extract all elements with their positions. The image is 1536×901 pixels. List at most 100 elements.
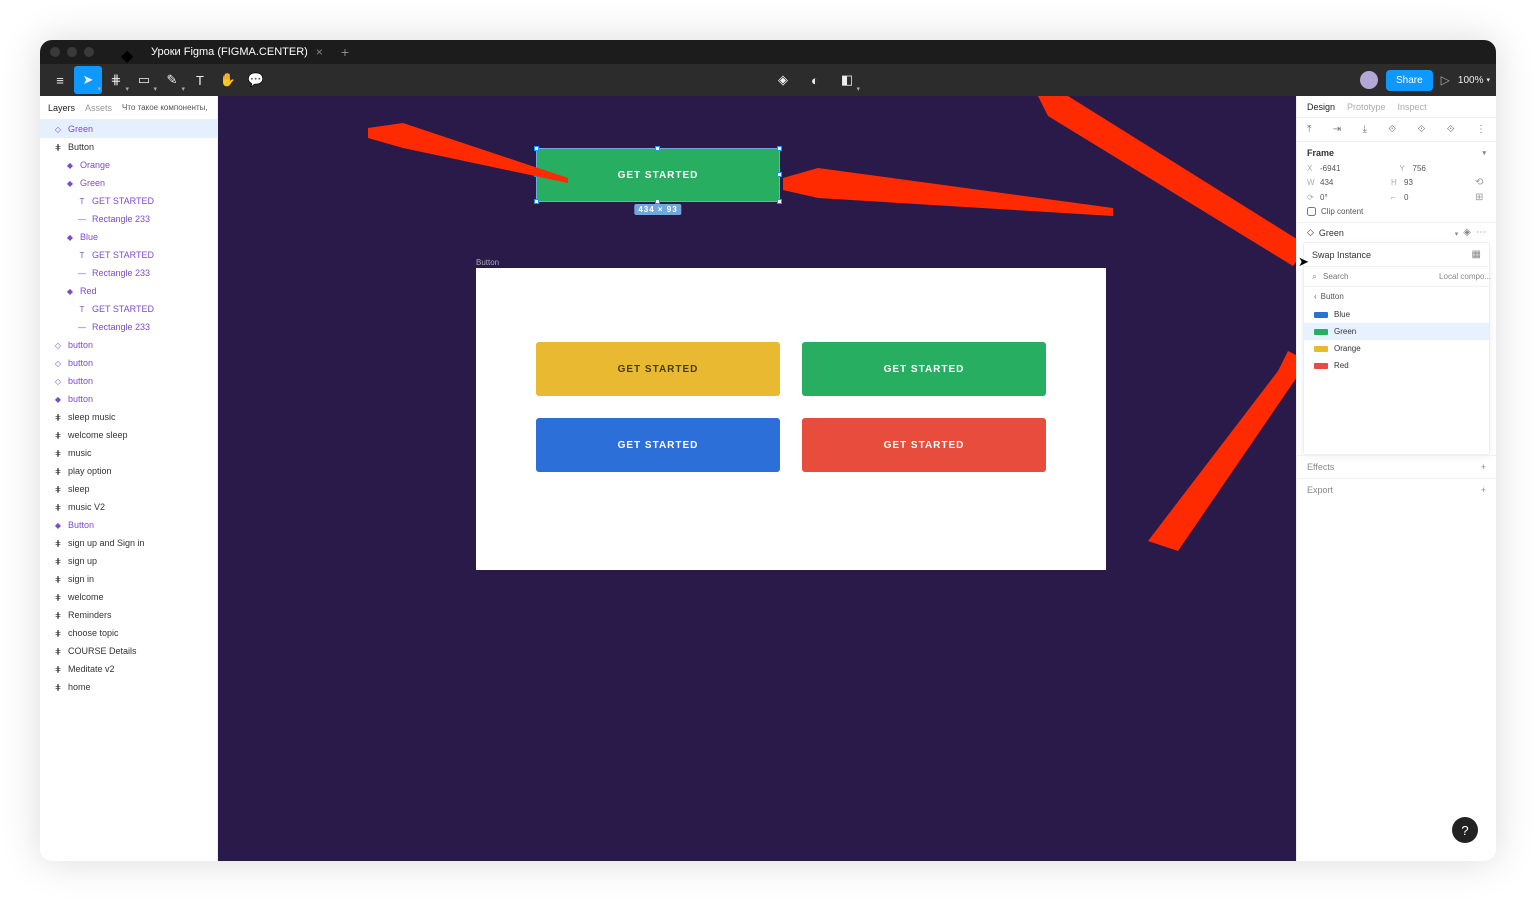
window-tab[interactable]: Уроки Figma (FIGMA.CENTER) ×	[143, 41, 331, 63]
share-button[interactable]: Share	[1386, 70, 1433, 91]
radius-detail-icon[interactable]: ⊞	[1475, 192, 1486, 203]
instance-row[interactable]: ◇ Green ◈ ⋯	[1297, 222, 1496, 242]
x-field[interactable]: -6941	[1320, 164, 1340, 173]
align-right-icon[interactable]: ⤓	[1363, 124, 1367, 135]
layer-item[interactable]: ◇button	[40, 354, 217, 372]
radius-field[interactable]: 0	[1404, 193, 1408, 202]
tab-inspect[interactable]: Inspect	[1398, 102, 1427, 112]
layer-item[interactable]: —Rectangle 233	[40, 318, 217, 336]
selected-instance[interactable]: GET STARTED 434 × 93	[536, 148, 780, 202]
add-icon[interactable]: +	[1481, 462, 1486, 472]
export-section[interactable]: Export+	[1297, 478, 1496, 501]
mask-icon[interactable]: ◐	[801, 66, 829, 94]
layer-item[interactable]: TGET STARTED	[40, 192, 217, 210]
zoom-level[interactable]: 100%	[1458, 75, 1490, 86]
align-top-icon[interactable]: ⟐	[1388, 124, 1396, 135]
button-frame[interactable]: GET STARTED GET STARTED GET STARTED GET STA…	[476, 268, 1106, 570]
resize-handle[interactable]	[534, 146, 539, 151]
clip-checkbox[interactable]	[1307, 207, 1316, 216]
tab-prototype[interactable]: Prototype	[1347, 102, 1386, 112]
canvas-button[interactable]: GET STARTED	[802, 418, 1046, 472]
layer-item[interactable]: ◆button	[40, 390, 217, 408]
swap-variant-item[interactable]: Blue	[1304, 306, 1489, 323]
layer-item[interactable]: ⋕COURSE Details	[40, 642, 217, 660]
more-icon[interactable]: ⋯	[1476, 227, 1486, 238]
canvas-button[interactable]: GET STARTED	[536, 342, 780, 396]
rect-tool[interactable]: ▭	[130, 66, 158, 94]
go-to-main-icon[interactable]: ◈	[1463, 227, 1471, 238]
frame-label[interactable]: Button	[476, 258, 499, 267]
layer-item[interactable]: ⋕home	[40, 678, 217, 696]
layer-list[interactable]: ◇Green⋕Button◆Orange◆GreenTGET STARTED—R…	[40, 120, 217, 861]
layer-item[interactable]: ⋕Button	[40, 138, 217, 156]
layer-item[interactable]: ⋕choose topic	[40, 624, 217, 642]
layer-item[interactable]: ⋕sign in	[40, 570, 217, 588]
hand-tool[interactable]: ✋	[214, 66, 242, 94]
tab-layers[interactable]: Layers	[48, 103, 75, 113]
pen-tool[interactable]: ✎	[158, 66, 186, 94]
resize-handle[interactable]	[655, 146, 660, 151]
layer-item[interactable]: —Rectangle 233	[40, 210, 217, 228]
h-field[interactable]: 93	[1404, 178, 1413, 187]
layer-item[interactable]: —Rectangle 233	[40, 264, 217, 282]
align-bottom-icon[interactable]: ⟐	[1447, 124, 1455, 135]
link-icon[interactable]: ⟲	[1475, 177, 1486, 188]
avatar[interactable]	[1360, 71, 1378, 89]
layer-item[interactable]: ⋕Meditate v2	[40, 660, 217, 678]
grid-view-icon[interactable]: ▦	[1472, 249, 1481, 260]
swap-variant-item[interactable]: Green	[1304, 323, 1489, 340]
help-button[interactable]: ?	[1452, 817, 1478, 843]
present-icon[interactable]: ▷	[1441, 73, 1450, 87]
resize-handle[interactable]	[777, 146, 782, 151]
layer-item[interactable]: ◆Blue	[40, 228, 217, 246]
swap-variant-item[interactable]: Orange	[1304, 340, 1489, 357]
layer-item[interactable]: ◇button	[40, 372, 217, 390]
layer-item[interactable]: ⋕sign up	[40, 552, 217, 570]
layer-item[interactable]: ⋕Reminders	[40, 606, 217, 624]
canvas-button[interactable]: GET STARTED	[536, 418, 780, 472]
layer-item[interactable]: ◆Green	[40, 174, 217, 192]
comment-tool[interactable]: 💬	[242, 66, 270, 94]
menu-icon[interactable]: ≡	[46, 66, 74, 94]
layer-item[interactable]: ⋕music V2	[40, 498, 217, 516]
layer-item[interactable]: ⋕sleep music	[40, 408, 217, 426]
canvas-button[interactable]: GET STARTED	[802, 342, 1046, 396]
swap-variant-item[interactable]: Red	[1304, 357, 1489, 374]
tab-assets[interactable]: Assets	[85, 103, 112, 113]
layer-item[interactable]: ⋕welcome	[40, 588, 217, 606]
add-icon[interactable]: +	[1481, 485, 1486, 495]
swap-breadcrumb[interactable]: ‹ Button	[1304, 287, 1489, 306]
chevron-down-icon[interactable]	[1455, 228, 1459, 238]
traffic-close[interactable]	[50, 47, 60, 57]
layer-item[interactable]: ◆Button	[40, 516, 217, 534]
layer-item[interactable]: ◆Orange	[40, 156, 217, 174]
add-tab-icon[interactable]: +	[341, 44, 349, 60]
effects-section[interactable]: Effects+	[1297, 455, 1496, 478]
layer-item[interactable]: ◆Red	[40, 282, 217, 300]
layer-item[interactable]: ⋕sleep	[40, 480, 217, 498]
layer-item[interactable]: ⋕welcome sleep	[40, 426, 217, 444]
move-tool[interactable]: ➤	[74, 66, 102, 94]
align-vcenter-icon[interactable]: ⟐	[1418, 124, 1426, 135]
traffic-min[interactable]	[67, 47, 77, 57]
traffic-max[interactable]	[84, 47, 94, 57]
layer-item[interactable]: ⋕sign up and Sign in	[40, 534, 217, 552]
w-field[interactable]: 434	[1320, 178, 1333, 187]
boolean-icon[interactable]: ◧	[833, 66, 861, 94]
align-hcenter-icon[interactable]: ⇥	[1333, 124, 1341, 135]
resize-handle[interactable]	[534, 172, 539, 177]
layer-item[interactable]: TGET STARTED	[40, 300, 217, 318]
resize-handle[interactable]	[534, 199, 539, 204]
page-selector[interactable]: Что такое компоненты, как с...	[122, 103, 209, 112]
y-field[interactable]: 756	[1413, 164, 1426, 173]
frame-tool[interactable]: ⋕	[102, 66, 130, 94]
component-icon[interactable]: ◈	[769, 66, 797, 94]
resize-handle[interactable]	[777, 172, 782, 177]
layer-item[interactable]: ◇Green	[40, 120, 217, 138]
tab-design[interactable]: Design	[1307, 102, 1335, 112]
close-icon[interactable]: ×	[316, 45, 323, 59]
search-input[interactable]	[1323, 272, 1433, 281]
text-tool[interactable]: T	[186, 66, 214, 94]
angle-field[interactable]: 0°	[1320, 193, 1328, 202]
layer-item[interactable]: ◇button	[40, 336, 217, 354]
